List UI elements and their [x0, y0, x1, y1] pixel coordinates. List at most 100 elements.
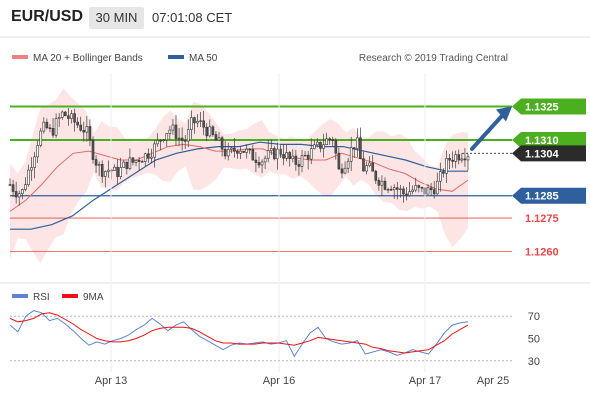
candle-body — [193, 117, 196, 124]
ma20-legend-label: MA 20 + Bollinger Bands — [33, 53, 143, 64]
candle-body — [242, 150, 245, 153]
candle-body — [236, 150, 239, 154]
candle-body — [411, 189, 414, 192]
x-tick-label: Apr 25 — [477, 375, 509, 387]
candle-body — [451, 159, 454, 162]
candle-body — [374, 170, 378, 181]
candle-body — [45, 121, 49, 129]
candle-body — [226, 149, 230, 157]
candle-body — [85, 126, 89, 133]
candle-body — [217, 137, 221, 141]
candle-body — [454, 154, 458, 162]
candle-body — [420, 187, 424, 189]
candle-body — [245, 148, 248, 153]
candle-body — [362, 158, 365, 172]
candle-body — [405, 193, 408, 196]
candle-body — [463, 158, 467, 161]
candle-body — [88, 126, 92, 141]
candle-body — [297, 164, 301, 167]
candle-body — [14, 191, 18, 198]
candle-body — [254, 159, 258, 163]
candle-body — [60, 111, 64, 118]
level-label-1.1260: 1.1260 — [525, 247, 559, 259]
candle-body — [426, 187, 430, 195]
candle-body — [269, 148, 273, 151]
candle-body — [306, 154, 310, 160]
candle-body — [266, 150, 270, 159]
candle-body — [389, 189, 393, 191]
candle-body — [291, 155, 295, 159]
candle-body — [159, 140, 162, 142]
candle-body — [371, 162, 375, 172]
candle-body — [202, 120, 205, 128]
candle-body — [174, 124, 178, 139]
candle-body — [214, 134, 218, 141]
x-tick-label: Apr 17 — [409, 375, 441, 387]
candle-body — [325, 138, 328, 145]
candle-body — [313, 144, 316, 149]
candle-body — [273, 148, 276, 160]
candle-body — [322, 144, 325, 149]
candle-body — [11, 184, 15, 192]
candle-body — [414, 185, 418, 191]
candle-body — [439, 171, 442, 182]
ma20-legend-swatch — [12, 55, 28, 59]
candle-body — [97, 164, 101, 166]
forecast-arrow — [470, 106, 512, 151]
rsi-ma9-line — [9, 312, 469, 354]
candle-body — [466, 156, 470, 161]
forecast-arrow-shaft — [470, 110, 507, 151]
candle-body — [183, 140, 187, 142]
candle-body — [134, 160, 138, 163]
candle-body — [100, 164, 104, 177]
candle-body — [239, 150, 242, 154]
candle-body — [349, 147, 353, 162]
rsi-legend-label: RSI — [33, 292, 50, 303]
candle-body — [220, 137, 224, 150]
candle-body — [177, 137, 181, 140]
candle-body — [199, 120, 202, 122]
copyright-text: Research © 2019 Trading Central — [359, 53, 508, 64]
candle-body — [251, 149, 255, 161]
candle-body — [337, 152, 341, 170]
candle-body — [263, 157, 267, 163]
candle-body — [42, 121, 46, 132]
x-tick-label: Apr 13 — [95, 375, 127, 387]
candle-body — [168, 129, 172, 134]
candle-body — [73, 113, 76, 123]
rsi-tick-label: 30 — [528, 356, 540, 368]
x-tick-label: Apr 16 — [263, 375, 295, 387]
bollinger-band-area — [10, 88, 468, 264]
candle-body — [432, 189, 436, 195]
candle-body — [260, 161, 264, 166]
candle-body — [150, 156, 153, 159]
candle-body — [156, 140, 159, 145]
candle-body — [24, 184, 27, 190]
candle-body — [288, 152, 292, 159]
candle-body — [316, 141, 319, 146]
candle-body — [331, 139, 335, 141]
candle-body — [76, 121, 79, 126]
candle-body — [402, 188, 405, 195]
candle-body — [205, 126, 209, 137]
candle-body — [396, 187, 399, 190]
candle-body — [442, 171, 445, 174]
candle-body — [223, 148, 227, 157]
price-legend: MA 20 + Bollinger Bands MA 50 Research ©… — [12, 53, 508, 64]
candle-body — [147, 153, 150, 159]
candle-body — [429, 187, 433, 191]
candle-body — [17, 193, 21, 198]
candle-body — [448, 157, 451, 161]
candle-body — [445, 157, 448, 174]
rsi-legend: RSI 9MA — [12, 292, 104, 303]
candle-body — [94, 159, 98, 166]
candle-body — [33, 156, 36, 168]
candle-body — [282, 154, 285, 159]
candle-body — [137, 160, 141, 162]
candle-body — [48, 127, 52, 129]
level-label-1.1304: 1.1304 — [525, 148, 560, 160]
candle-body — [328, 138, 331, 140]
candle-body — [417, 185, 421, 188]
candle-body — [460, 158, 464, 161]
candle-body — [377, 180, 381, 186]
